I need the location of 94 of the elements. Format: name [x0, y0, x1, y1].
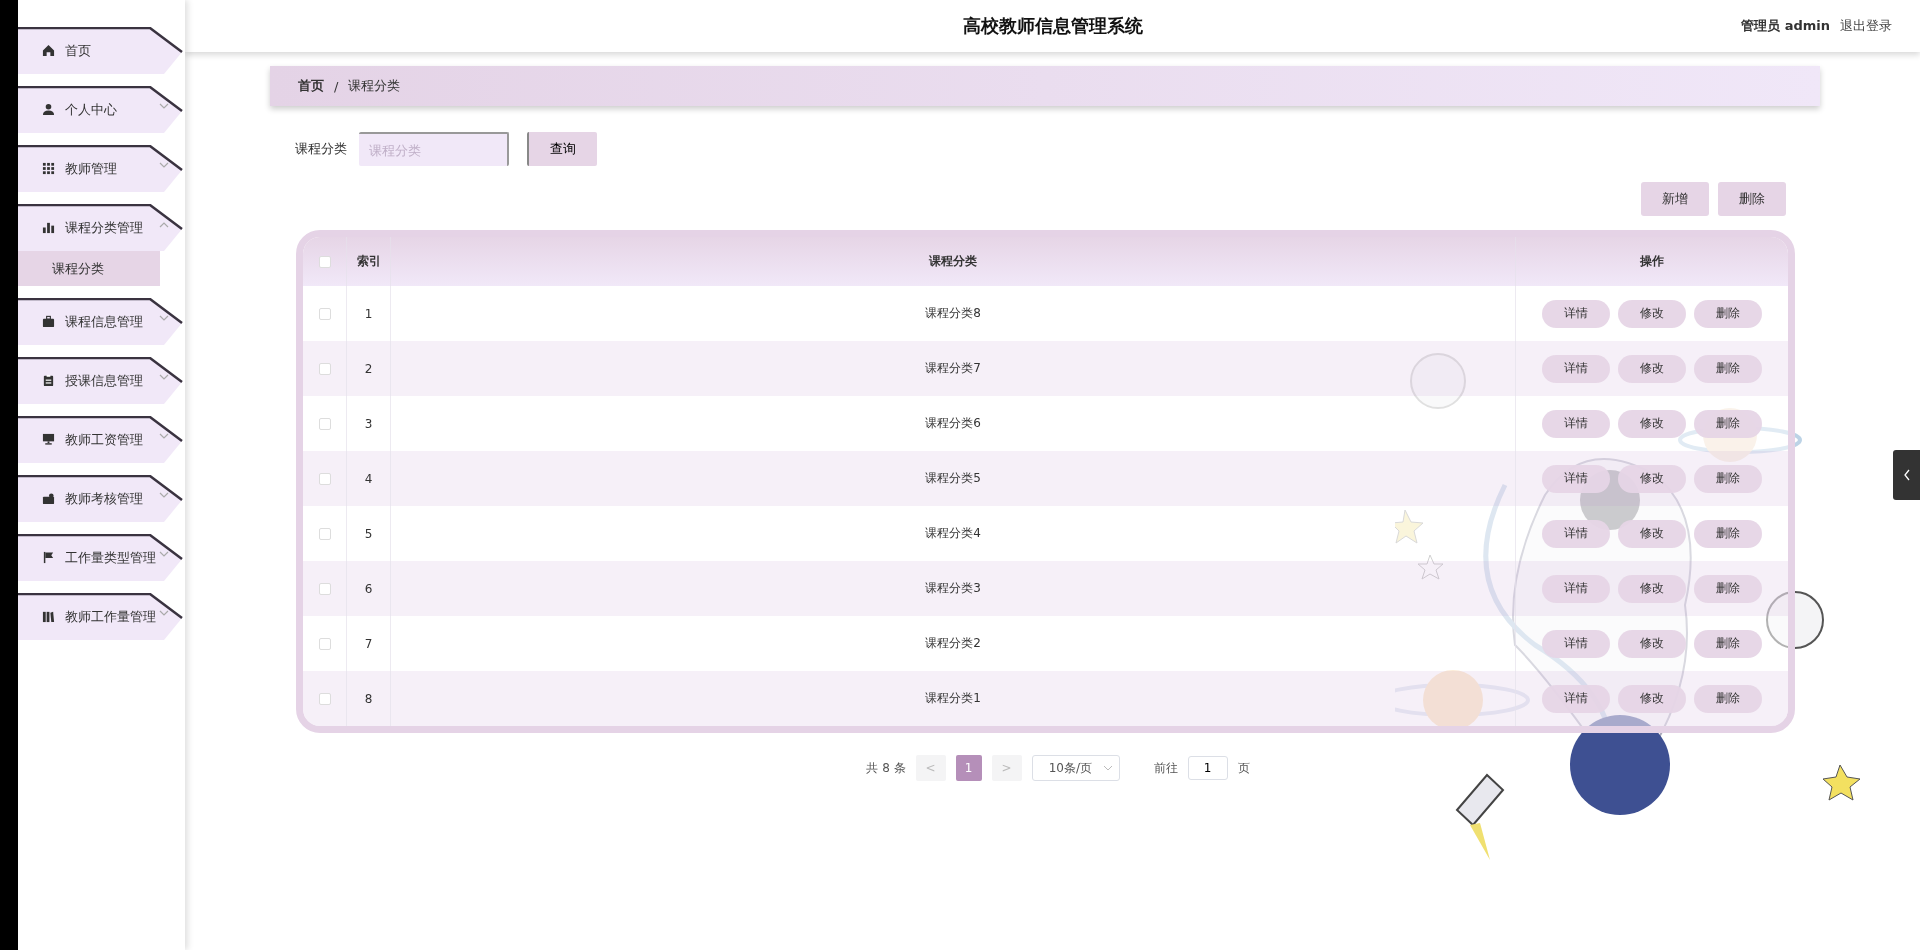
table-cell: 7: [347, 616, 391, 671]
row-checkbox[interactable]: [318, 692, 331, 705]
breadcrumb-item[interactable]: 首页: [298, 77, 324, 95]
menu-icon: [42, 44, 55, 57]
menu-icon: [42, 315, 55, 328]
row-checkbox[interactable]: [318, 307, 331, 320]
row-action-button[interactable]: 详情: [1542, 299, 1610, 328]
page-jump-field[interactable]: 1: [1187, 756, 1228, 780]
chevron-icon: [159, 103, 169, 110]
row-action-button[interactable]: 详情: [1542, 409, 1610, 438]
search-button[interactable]: 查询: [527, 132, 597, 166]
menu-icon: [42, 103, 55, 116]
row-checkbox[interactable]: [318, 582, 331, 595]
sidebar-item[interactable]: 教师工资管理: [18, 416, 185, 463]
row-action-button[interactable]: 详情: [1542, 684, 1610, 713]
chevron-icon: [159, 315, 169, 322]
table-cell: 4: [347, 451, 391, 506]
table-cell: 课程分类1: [391, 671, 1516, 726]
chevron-icon: [159, 492, 169, 499]
table-cell: 5: [347, 506, 391, 561]
sidebar-item[interactable]: 教师工作量管理: [18, 593, 185, 640]
total-count: 共 8 条: [866, 759, 906, 777]
chevron-down-icon: [1102, 765, 1113, 771]
row-action-button[interactable]: 修改: [1618, 684, 1686, 713]
row-checkbox[interactable]: [318, 637, 331, 650]
table-cell: 课程分类5: [391, 451, 1516, 506]
menu-icon: [42, 162, 55, 175]
row-action-button[interactable]: 删除: [1694, 354, 1762, 383]
row-action-button[interactable]: 删除: [1694, 629, 1762, 658]
breadcrumb-separator: /: [334, 78, 339, 94]
column-header: 课程分类: [391, 237, 1516, 286]
breadcrumb-item: 课程分类: [348, 77, 401, 95]
sidebar-item[interactable]: 首页: [18, 27, 185, 74]
search-label: 课程分类: [295, 140, 347, 158]
column-header: 操作: [1639, 253, 1665, 270]
menu-icon: [42, 492, 55, 505]
row-action-button[interactable]: 修改: [1618, 464, 1686, 493]
table-cell: 6: [347, 561, 391, 616]
row-action-button[interactable]: 删除: [1694, 684, 1762, 713]
logout-link[interactable]: 退出登录: [1840, 17, 1892, 35]
goto-label: 前往: [1153, 759, 1178, 777]
toolbar-button[interactable]: 新增: [1641, 182, 1709, 216]
collapse-toggle[interactable]: [1893, 450, 1920, 500]
app-title: 高校教师信息管理系统: [962, 14, 1143, 38]
page-size-select[interactable]: 10条/页: [1031, 755, 1120, 781]
row-action-button[interactable]: 详情: [1542, 354, 1610, 383]
chevron-left-icon: [1902, 469, 1911, 481]
table-cell: 课程分类4: [391, 506, 1516, 561]
select-all-checkbox[interactable]: [318, 255, 331, 268]
row-checkbox[interactable]: [318, 362, 331, 375]
row-action-button[interactable]: 详情: [1542, 464, 1610, 493]
sidebar-item[interactable]: 授课信息管理: [18, 357, 185, 404]
toolbar-button[interactable]: 删除: [1718, 182, 1786, 216]
table-cell: 课程分类2: [391, 616, 1516, 671]
chevron-icon: [159, 162, 169, 169]
sidebar-item[interactable]: 课程信息管理: [18, 298, 185, 345]
row-action-button[interactable]: 删除: [1694, 464, 1762, 493]
row-action-button[interactable]: 删除: [1694, 409, 1762, 438]
user-label: 管理员 admin: [1741, 17, 1830, 35]
table-cell: 课程分类7: [391, 341, 1516, 396]
table-cell: 课程分类8: [391, 286, 1516, 341]
row-checkbox[interactable]: [318, 472, 331, 485]
menu-icon: [42, 374, 55, 387]
row-action-button[interactable]: 修改: [1618, 299, 1686, 328]
chevron-icon: [159, 221, 169, 228]
submenu-item[interactable]: 课程分类: [18, 251, 160, 286]
chevron-icon: [159, 374, 169, 381]
table-cell: 课程分类3: [391, 561, 1516, 616]
row-action-button[interactable]: 删除: [1694, 299, 1762, 328]
table-cell: 8: [347, 671, 391, 726]
sidebar-item[interactable]: 个人中心: [18, 86, 185, 133]
table-cell: 3: [347, 396, 391, 451]
chevron-icon: [159, 610, 169, 617]
table-cell: 2: [347, 341, 391, 396]
menu-icon: [42, 610, 55, 623]
sidebar-item[interactable]: 课程分类管理: [18, 204, 185, 251]
sidebar-item[interactable]: 工作量类型管理: [18, 534, 185, 581]
sidebar-item[interactable]: 教师考核管理: [18, 475, 185, 522]
table-cell: 课程分类6: [391, 396, 1516, 451]
row-checkbox[interactable]: [318, 527, 331, 540]
menu-icon: [42, 551, 55, 564]
row-action-button[interactable]: 删除: [1694, 519, 1762, 548]
column-header: 索引: [347, 237, 391, 286]
menu-icon: [42, 221, 55, 234]
row-action-button[interactable]: 修改: [1618, 354, 1686, 383]
chevron-icon: [159, 551, 169, 558]
row-action-button[interactable]: 修改: [1618, 409, 1686, 438]
menu-icon: [42, 433, 55, 446]
table-cell: 1: [347, 286, 391, 341]
sidebar-item[interactable]: 教师管理: [18, 145, 185, 192]
chevron-icon: [159, 433, 169, 440]
page-unit-label: 页: [1237, 759, 1250, 777]
row-checkbox[interactable]: [318, 417, 331, 430]
row-action-button[interactable]: 删除: [1694, 574, 1762, 603]
